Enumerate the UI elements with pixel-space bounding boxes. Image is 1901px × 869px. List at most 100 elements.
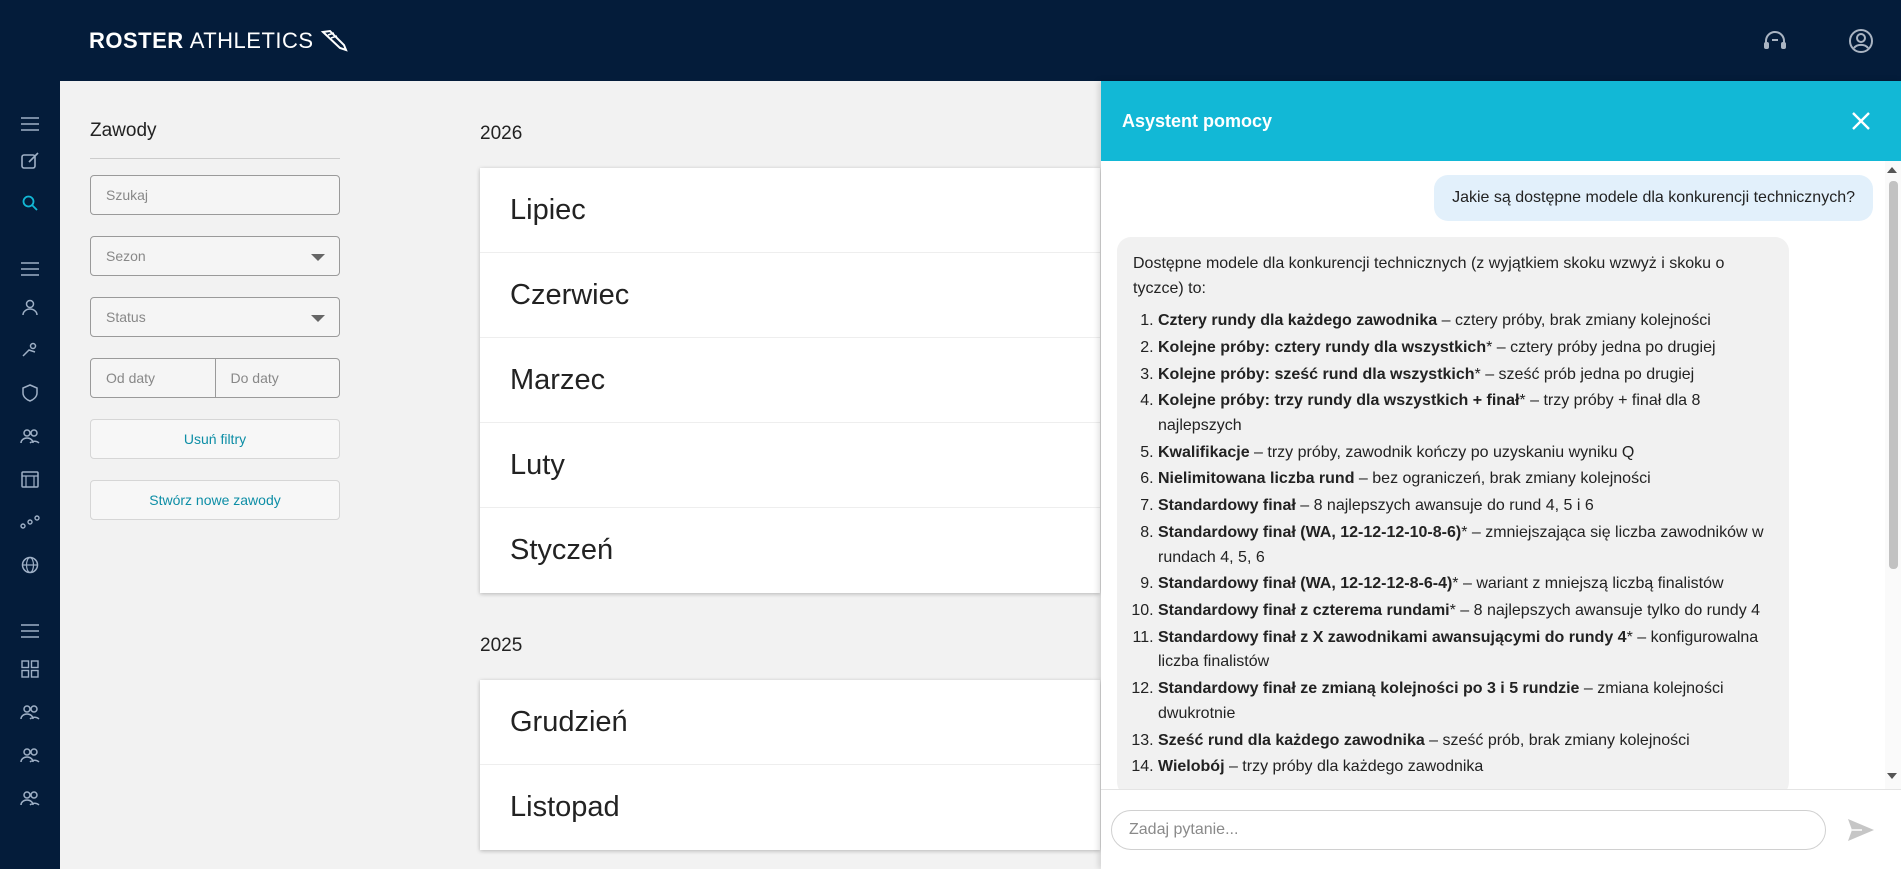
item-title: Kolejne próby: sześć rund dla wszystkich [1158,365,1475,383]
group-icon[interactable] [18,700,42,724]
model-list: Cztery rundy dla każdego zawodnika – czt… [1133,309,1773,780]
group-icon[interactable] [18,424,42,448]
list-item: Standardowy finał (WA, 12-12-12-10-8-6)*… [1158,521,1773,570]
year-heading: 2026 [480,123,523,144]
list-item: Wielobój – trzy próby dla każdego zawodn… [1158,755,1773,780]
help-assistant-panel: Asystent pomocy Jakie są dostępne modele… [1101,81,1901,869]
date-to-input[interactable]: Do daty [216,359,340,397]
item-title: Kwalifikacje [1158,443,1250,461]
season-select[interactable]: Sezon [90,236,340,276]
support-headset-icon[interactable] [1761,27,1789,55]
month-item[interactable]: Czerwiec [480,253,1100,338]
assistant-title: Asystent pomocy [1122,110,1273,131]
item-text: – sześć prób, brak zmiany kolejności [1424,731,1690,749]
list-item: Kolejne próby: sześć rund dla wszystkich… [1158,363,1773,388]
item-text: – trzy próby dla każdego zawodnika [1224,758,1484,776]
item-title: Wielobój [1158,758,1225,776]
top-bar: ROSTER ATHLETICS [0,0,1901,81]
month-item[interactable]: Marzec [480,338,1100,423]
item-title: Standardowy finał (WA, 12-12-12-10-8-6) [1158,524,1462,542]
globe-icon[interactable] [18,553,42,577]
account-icon[interactable] [1847,27,1875,55]
question-input[interactable] [1111,810,1826,850]
list-item: Sześć rund dla każdego zawodnika – sześć… [1158,729,1773,754]
chat-messages[interactable]: Jakie są dostępne modele dla konkurencji… [1101,161,1885,789]
assistant-message: Dostępne modele dla konkurencji technicz… [1117,237,1789,789]
calendar-icon[interactable] [18,467,42,491]
scroll-down-icon[interactable] [1887,773,1897,779]
list-item: Standardowy finał (WA, 12-12-12-8-6-4)* … [1158,572,1773,597]
list-item: Kolejne próby: cztery rundy dla wszystki… [1158,336,1773,361]
item-text: – cztery próby, brak zmiany kolejności [1437,312,1711,329]
assistant-header: Asystent pomocy [1101,81,1901,161]
grid-icon[interactable] [18,657,42,681]
month-list: Lipiec Czerwiec Marzec Luty Styczeń [480,168,1100,593]
close-icon[interactable] [1847,107,1875,135]
menu-icon[interactable] [18,112,42,136]
month-item[interactable]: Luty [480,423,1100,508]
year-heading: 2025 [480,635,523,656]
list-item: Nielimitowana liczba rund – bez ogranicz… [1158,467,1773,492]
item-title: Standardowy finał z X zawodnikami awansu… [1158,628,1627,646]
item-text: * – cztery próby jedna po drugiej [1486,338,1716,356]
user-message: Jakie są dostępne modele dla konkurencji… [1434,175,1873,221]
item-text: – trzy próby, zawodnik kończy po uzyskan… [1249,443,1635,461]
item-title: Kolejne próby: trzy rundy dla wszystkich… [1158,392,1520,410]
item-text: – bez ograniczeń, brak zmiany kolejności [1354,470,1651,488]
search-input[interactable]: Szukaj [90,175,340,215]
filters-title: Zawody [90,120,340,159]
create-competition-button[interactable]: Stwórz nowe zawody [90,480,340,520]
side-nav [0,81,60,869]
edit-icon[interactable] [18,149,42,173]
item-text: * – sześć prób jedna po drugiej [1474,365,1695,383]
list-item: Standardowy finał z X zawodnikami awansu… [1158,626,1773,675]
clear-filters-button[interactable]: Usuń filtry [90,419,340,459]
date-from-input[interactable]: Od daty [91,359,216,397]
item-text: – 8 najlepszych awansuje do rund 4, 5 i … [1295,497,1594,515]
chat-input-bar [1101,789,1901,869]
item-title: Standardowy finał [1158,497,1296,515]
item-title: Kolejne próby: cztery rundy dla wszystki… [1158,338,1487,356]
chevron-down-icon [311,254,325,261]
month-item[interactable]: Lipiec [480,168,1100,253]
group-icon[interactable] [18,743,42,767]
scrollbar-thumb[interactable] [1889,181,1898,569]
item-title: Standardowy finał z czterema rundami [1158,602,1450,620]
month-item[interactable]: Listopad [480,765,1100,850]
search-icon[interactable] [18,191,42,215]
athlete-icon[interactable] [18,338,42,362]
filter-panel: Zawody Szukaj Sezon Status Od daty Do da… [90,120,340,541]
person-icon[interactable] [18,295,42,319]
list-item: Standardowy finał z czterema rundami* – … [1158,599,1773,624]
item-title: Cztery rundy dla każdego zawodnika [1158,312,1438,329]
item-title: Sześć rund dla każdego zawodnika [1158,731,1425,749]
shield-icon[interactable] [18,381,42,405]
season-placeholder: Sezon [106,248,146,264]
logo-light-text: ATHLETICS [189,28,314,53]
relay-icon[interactable] [18,510,42,534]
group-icon[interactable] [18,786,42,810]
app-logo[interactable]: ROSTER ATHLETICS [89,28,348,54]
item-title: Standardowy finał ze zmianą kolejności p… [1158,680,1580,698]
assistant-intro: Dostępne modele dla konkurencji technicz… [1133,255,1725,297]
send-icon[interactable] [1846,816,1876,844]
menu-icon[interactable] [18,619,42,643]
month-item[interactable]: Grudzień [480,680,1100,765]
list-item: Cztery rundy dla każdego zawodnika – czt… [1158,309,1773,334]
list-item: Standardowy finał ze zmianą kolejności p… [1158,677,1773,726]
status-placeholder: Status [106,309,146,325]
date-range: Od daty Do daty [90,358,340,398]
list-item: Standardowy finał – 8 najlepszych awansu… [1158,494,1773,519]
status-select[interactable]: Status [90,297,340,337]
item-title: Standardowy finał (WA, 12-12-12-8-6-4) [1158,575,1453,593]
month-item[interactable]: Styczeń [480,508,1100,593]
item-text: * – wariant z mniejszą liczbą finalistów [1452,575,1724,593]
month-list: Grudzień Listopad [480,680,1100,850]
winged-shoe-icon [320,29,348,52]
chevron-down-icon [311,315,325,322]
list-item: Kwalifikacje – trzy próby, zawodnik końc… [1158,441,1773,466]
menu-icon[interactable] [18,257,42,281]
item-text: * – 8 najlepszych awansuje tylko do rund… [1449,602,1761,620]
search-placeholder: Szukaj [106,187,149,203]
scroll-up-icon[interactable] [1887,167,1897,173]
